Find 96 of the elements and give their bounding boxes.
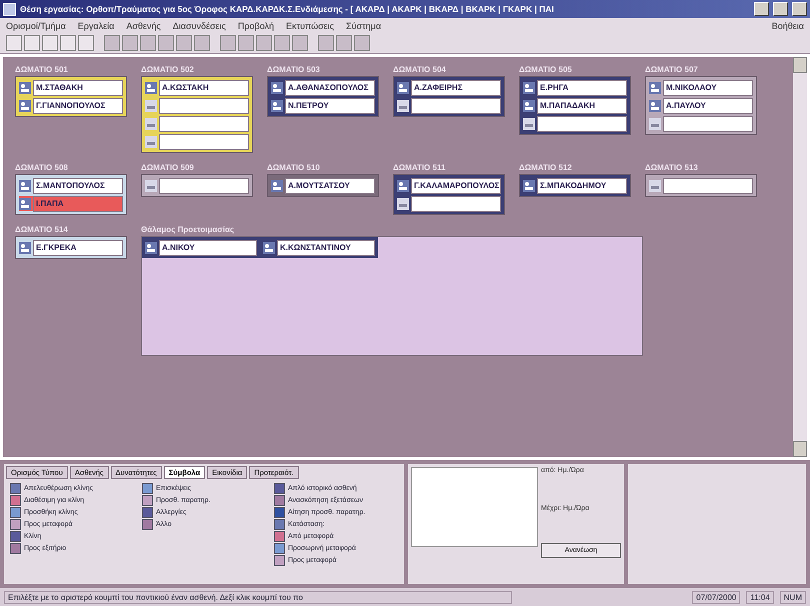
bed-field[interactable] <box>663 178 753 194</box>
toolbar-button[interactable] <box>354 35 370 51</box>
symbol-icon <box>10 483 21 494</box>
bed-field[interactable]: Α.ΑΘΑΝΑΣΟΠΟΥΛΟΣ <box>285 80 375 96</box>
room-label: ΔΩΜΑΤΙΟ 504 <box>393 65 447 74</box>
symbol-icon <box>142 507 153 518</box>
toolbar-button[interactable] <box>220 35 236 51</box>
bed-field[interactable] <box>159 134 249 150</box>
room-label: Θάλαμος Προετοιμασίας <box>141 225 236 234</box>
bed-field[interactable] <box>663 116 753 132</box>
bed-field[interactable] <box>159 98 249 114</box>
toolbar-button[interactable] <box>318 35 334 51</box>
menu-item[interactable]: Εργαλεία <box>78 20 114 30</box>
menu-item[interactable]: Εκτυπώσεις <box>286 20 334 30</box>
window-title: Θέση εργασίας: Ορθοπ/Τραύματος για 5ος Όροφος ΚΑΡΔ.ΚΑΡΔΚ.Σ.Ενδιάμεσης - [ ΑΚΑΡΔ | ΑΚΑΡΚ | ΒΚΑΡΔ | ΒΚΑΡΚ | ΓΚΑΡΚ | ΠΑΙ <box>20 4 555 14</box>
bed-field[interactable] <box>411 98 501 114</box>
maximize-button[interactable] <box>773 2 788 16</box>
symbol-icon <box>10 543 21 554</box>
symbol-icon <box>274 483 285 494</box>
scrollbar[interactable] <box>793 57 807 457</box>
symbol-icon <box>274 507 285 518</box>
toolbar-button[interactable] <box>274 35 290 51</box>
toolbar-button[interactable] <box>78 35 94 51</box>
symbol-icon <box>142 519 153 530</box>
symbol-icon <box>10 519 21 530</box>
list-box[interactable] <box>411 467 538 547</box>
bed-field[interactable]: Α.ΝΙΚΟΥ <box>159 240 257 256</box>
toolbar-button[interactable] <box>42 35 58 51</box>
symbol-icon <box>274 495 285 506</box>
bed-field[interactable]: Γ.ΚΑΛΑΜΑΡΟΠΟΥΛΟΣ <box>411 178 501 194</box>
symbol-icon <box>274 555 285 566</box>
menu-item[interactable]: Προβολή <box>238 20 274 30</box>
room-label: ΔΩΜΑΤΙΟ 508 <box>15 163 69 172</box>
menu-item[interactable]: Βοήθεια <box>772 20 804 30</box>
app-icon <box>3 2 16 16</box>
bed-field[interactable]: Ν.ΠΕΤΡΟΥ <box>285 98 375 114</box>
room-label: ΔΩΜΑΤΙΟ 514 <box>15 225 69 234</box>
bed-field[interactable]: Α.ΖΑΦΕΙΡΗΣ <box>411 80 501 96</box>
room-label: ΔΩΜΑΤΙΟ 507 <box>645 65 699 74</box>
symbol-icon <box>10 531 21 542</box>
room-label: ΔΩΜΑΤΙΟ 502 <box>141 65 195 74</box>
toolbar-button[interactable] <box>24 35 40 51</box>
toolbar-button[interactable] <box>6 35 22 51</box>
status-date: 07/07/2000 <box>692 590 740 604</box>
symbol-icon <box>274 531 285 542</box>
toolbar-button[interactable] <box>176 35 192 51</box>
bed-field[interactable]: Ι.ΠΑΠΑ <box>33 196 123 212</box>
bed-field[interactable]: Α.ΜΟΥΤΣΑΤΣΟΥ <box>285 178 375 194</box>
toolbar-button[interactable] <box>256 35 272 51</box>
status-message: Επιλέξτε με το αριστερό κουμπί του ποντικιού έναν ασθενή. Δεξί κλικ κουμπί του πο <box>4 590 512 604</box>
symbol-icon <box>10 495 21 506</box>
bed-field[interactable]: Ε.ΡΗΓΑ <box>537 80 627 96</box>
toolbar-button[interactable] <box>140 35 156 51</box>
bed-field[interactable]: Ε.ΓΚΡΕΚΑ <box>33 240 123 256</box>
bed-field[interactable]: Γ.ΓΙΑΝΝΟΠΟΥΛΟΣ <box>33 98 123 114</box>
room-label: ΔΩΜΑΤΙΟ 503 <box>267 65 321 74</box>
room-label: ΔΩΜΑΤΙΟ 501 <box>15 65 69 74</box>
room-label: ΔΩΜΑΤΙΟ 513 <box>645 163 699 172</box>
toolbar-button[interactable] <box>104 35 120 51</box>
status-keys: NUM <box>780 590 806 604</box>
symbol-icon <box>274 519 285 530</box>
room-label: ΔΩΜΑΤΙΟ 511 <box>393 163 446 172</box>
bed-field[interactable]: Α.ΠΑΥΛΟΥ <box>663 98 753 114</box>
bed-field[interactable] <box>537 116 627 132</box>
room-label: ΔΩΜΑΤΙΟ 512 <box>519 163 573 172</box>
symbol-icon <box>274 543 285 554</box>
bed-field[interactable]: Μ.ΠΑΠΑΔΑΚΗ <box>537 98 627 114</box>
room-label: ΔΩΜΑΤΙΟ 510 <box>267 163 321 172</box>
room-label: ΔΩΜΑΤΙΟ 509 <box>141 163 195 172</box>
menu-item[interactable]: Σύστημα <box>346 20 382 30</box>
status-time: 11:04 <box>746 590 774 604</box>
menu-item[interactable]: Ορισμοί/Τμήμα <box>6 20 66 30</box>
menu-item[interactable]: Ασθενής <box>126 20 161 30</box>
bed-field[interactable]: Μ.ΝΙΚΟΛΑΟΥ <box>663 80 753 96</box>
bed-field[interactable]: Κ.ΚΩΝΣΤΑΝΤΙΝΟΥ <box>277 240 375 256</box>
toolbar-button[interactable] <box>238 35 254 51</box>
symbol-icon <box>142 495 153 506</box>
toolbar-button[interactable] <box>158 35 174 51</box>
minimize-button[interactable] <box>754 2 769 16</box>
toolbar-button[interactable] <box>122 35 138 51</box>
bed-field[interactable] <box>159 178 249 194</box>
bed-field[interactable] <box>411 196 501 212</box>
close-button[interactable] <box>792 2 807 16</box>
toolbar-button[interactable] <box>60 35 76 51</box>
room-label: ΔΩΜΑΤΙΟ 505 <box>519 65 573 74</box>
symbol-icon <box>10 507 21 518</box>
bed-field[interactable] <box>159 116 249 132</box>
bed-field[interactable]: Σ.ΜΑΝΤΟΠΟΥΛΟΣ <box>33 178 123 194</box>
toolbar-button[interactable] <box>336 35 352 51</box>
toolbar-button[interactable] <box>292 35 308 51</box>
menu-item[interactable]: Διασυνδέσεις <box>172 20 226 30</box>
toolbar-button[interactable] <box>194 35 210 51</box>
bed-field[interactable]: Α.ΚΩΣΤΑΚΗ <box>159 80 249 96</box>
bed-field[interactable]: Σ.ΜΠΑΚΟΔΗΜΟΥ <box>537 178 627 194</box>
bed-field[interactable]: Μ.ΣΤΑΘΑΚΗ <box>33 80 123 96</box>
symbol-icon <box>142 483 153 494</box>
